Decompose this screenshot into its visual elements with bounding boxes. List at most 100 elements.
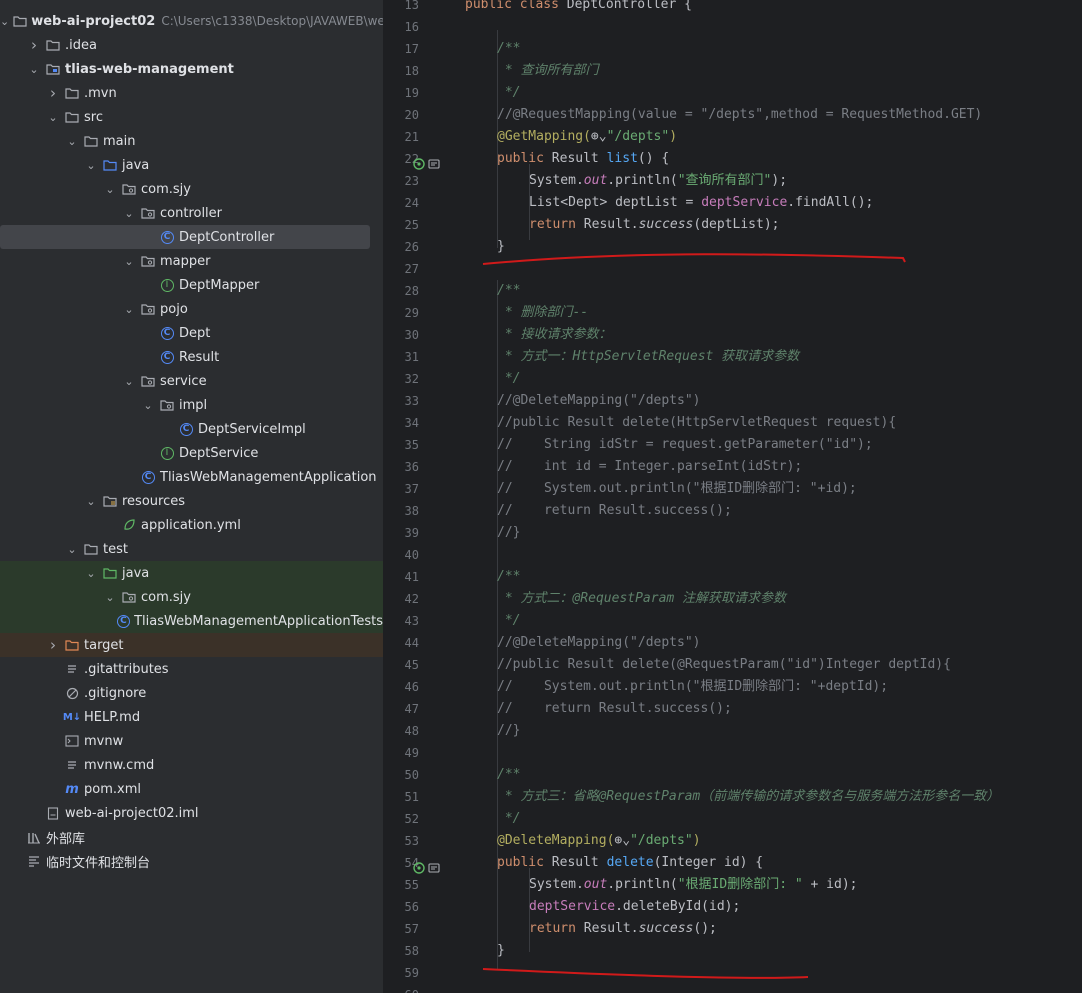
code-line[interactable]: //@DeleteMapping("/depts") (497, 632, 701, 654)
line-number: 23 (404, 174, 419, 188)
tree-node[interactable]: C DeptServiceImpl (0, 417, 383, 441)
code-line[interactable]: public Result delete(Integer id) { (497, 852, 763, 874)
code-line[interactable]: List<Dept> deptList = deptService.findAl… (529, 192, 873, 214)
code-line[interactable]: // return Result.success(); (497, 500, 732, 522)
code-line[interactable]: /** (497, 764, 520, 786)
chevron-down-icon[interactable]: ⌄ (84, 495, 98, 508)
tree-node[interactable]: ⌄ com.sjy (0, 585, 383, 609)
code-line[interactable]: //public Result delete(HttpServletReques… (497, 412, 896, 434)
tree-node[interactable]: › .idea (0, 33, 383, 57)
chevron-down-icon[interactable]: ⌄ (122, 375, 136, 388)
code-line[interactable]: * 接收请求参数： (497, 324, 612, 346)
tree-node[interactable]: C Result (0, 345, 383, 369)
tree-node[interactable]: .gitattributes (0, 657, 383, 681)
code-line[interactable]: //} (497, 720, 520, 742)
chevron-right-icon[interactable]: › (46, 636, 60, 654)
tree-node[interactable]: ⌄ pojo (0, 297, 383, 321)
code-line[interactable]: System.out.println("查询所有部门"); (529, 170, 787, 192)
chevron-down-icon[interactable]: ⌄ (122, 255, 136, 268)
tree-node[interactable]: › .mvn (0, 81, 383, 105)
code-line[interactable]: /** (497, 38, 520, 60)
chevron-down-icon[interactable]: ⌄ (84, 159, 98, 172)
code-line[interactable]: return Result.success(deptList); (529, 214, 779, 236)
code-line[interactable]: public class DeptController { (465, 0, 692, 16)
code-line[interactable]: @DeleteMapping(⊕⌄"/depts") (497, 830, 701, 852)
code-line[interactable]: * 删除部门-- (497, 302, 588, 324)
tree-node[interactable]: ⌄ mapper (0, 249, 383, 273)
code-line[interactable]: */ (497, 610, 521, 632)
tree-node[interactable]: C TliasWebManagementApplication (0, 465, 383, 489)
tree-node[interactable]: › target (0, 633, 383, 657)
chevron-right-icon[interactable]: › (27, 36, 41, 54)
chevron-down-icon[interactable]: ⌄ (122, 303, 136, 316)
tree-node[interactable]: .gitignore (0, 681, 383, 705)
tree-node[interactable]: ⌄ src (0, 105, 383, 129)
code-line[interactable]: //} (497, 522, 520, 544)
chevron-down-icon[interactable]: ⌄ (141, 399, 155, 412)
code-line[interactable]: //public Result delete(@RequestParam("id… (497, 654, 951, 676)
chevron-down-icon[interactable]: ⌄ (0, 15, 9, 28)
project-tree-panel[interactable]: ⌄ web-ai-project02 C:\Users\c1338\Desktop\… (0, 0, 383, 993)
code-line[interactable]: // int id = Integer.parseInt(idStr); (497, 456, 802, 478)
code-line[interactable]: // return Result.success(); (497, 698, 732, 720)
tree-node[interactable]: M↓ HELP.md (0, 705, 383, 729)
code-line[interactable]: * 方式二：@RequestParam 注解获取请求参数 (497, 588, 786, 610)
code-line[interactable]: public Result list() { (497, 148, 669, 170)
code-line[interactable]: * 查询所有部门 (497, 60, 599, 82)
code-line[interactable]: * 方式一：HttpServletRequest 获取请求参数 (497, 346, 799, 368)
chevron-down-icon[interactable]: ⌄ (84, 567, 98, 580)
code-line[interactable]: // System.out.println("根据ID删除部门: "+deptI… (497, 676, 888, 698)
code-line[interactable]: return Result.success(); (529, 918, 717, 940)
chevron-down-icon[interactable]: ⌄ (122, 207, 136, 220)
tree-node[interactable]: ⌄ main (0, 129, 383, 153)
chevron-down-icon[interactable]: ⌄ (46, 111, 60, 124)
tree-node[interactable]: ⌄ impl (0, 393, 383, 417)
tree-node[interactable]: I DeptService (0, 441, 383, 465)
tree-node[interactable]: mvnw.cmd (0, 753, 383, 777)
code-editor[interactable]: 13 public class DeptController {16 17 /** 18… (383, 0, 1082, 993)
tree-node[interactable]: ⌄ service (0, 369, 383, 393)
chevron-right-icon[interactable]: › (46, 84, 60, 102)
tree-node[interactable]: ⌄ controller (0, 201, 383, 225)
code-line[interactable]: /** (497, 280, 520, 302)
tree-node[interactable]: 临时文件和控制台 (0, 849, 383, 873)
chevron-down-icon[interactable]: ⌄ (103, 591, 117, 604)
tree-node[interactable]: ⌄ tlias-web-management (0, 57, 383, 81)
code-line[interactable]: */ (497, 82, 521, 104)
code-line[interactable]: //@DeleteMapping("/depts") (497, 390, 701, 412)
code-line[interactable]: /** (497, 566, 520, 588)
chevron-down-icon[interactable]: ⌄ (27, 63, 41, 76)
tree-node[interactable]: ⌄ java (0, 561, 383, 585)
tree-node[interactable]: ⌄ com.sjy (0, 177, 383, 201)
code-line[interactable]: */ (497, 368, 521, 390)
code-line[interactable]: } (497, 940, 505, 962)
code-line[interactable]: @GetMapping(⊕⌄"/depts") (497, 126, 677, 148)
tree-node[interactable]: ⌄ resources (0, 489, 383, 513)
tree-node[interactable]: ⌄ web-ai-project02 C:\Users\c1338\Desktop\… (0, 9, 383, 33)
code-line[interactable]: // String idStr = request.getParameter("… (497, 434, 873, 456)
tree-node[interactable]: mvnw (0, 729, 383, 753)
code-line[interactable]: deptService.deleteById(id); (529, 896, 740, 918)
code-line[interactable]: System.out.println("根据ID删除部门: " + id); (529, 874, 858, 896)
tree-node[interactable]: m pom.xml (0, 777, 383, 801)
chevron-down-icon[interactable]: ⌄ (65, 543, 79, 556)
tree-node[interactable]: application.yml (0, 513, 383, 537)
code-line[interactable]: * 方式三：省略@RequestParam（前端传输的请求参数名与服务端方法形参… (497, 786, 999, 808)
code-line[interactable]: // System.out.println("根据ID删除部门: "+id); (497, 478, 857, 500)
tree-node[interactable]: C Dept (0, 321, 383, 345)
tree-node[interactable]: 外部库 (0, 825, 383, 849)
code-line[interactable]: //@RequestMapping(value = "/depts",metho… (497, 104, 982, 126)
tree-node[interactable]: ⌄ test (0, 537, 383, 561)
chevron-down-icon[interactable]: ⌄ (103, 183, 117, 196)
chevron-down-icon[interactable]: ⌄ (65, 135, 79, 148)
tree-node[interactable]: C TliasWebManagementApplicationTests (0, 609, 383, 633)
endpoint-gutter-icon[interactable] (413, 156, 443, 170)
code-line[interactable]: } (497, 236, 505, 258)
tree-node[interactable]: ⌄ java (0, 153, 383, 177)
tree-node[interactable]: web-ai-project02.iml (0, 801, 383, 825)
code-line[interactable]: */ (497, 808, 521, 830)
tree-node[interactable]: I DeptMapper (0, 273, 383, 297)
tree-node[interactable]: C DeptController (0, 225, 370, 249)
endpoint-gutter-icon[interactable] (413, 860, 443, 874)
tree-node-label: test (103, 541, 128, 557)
